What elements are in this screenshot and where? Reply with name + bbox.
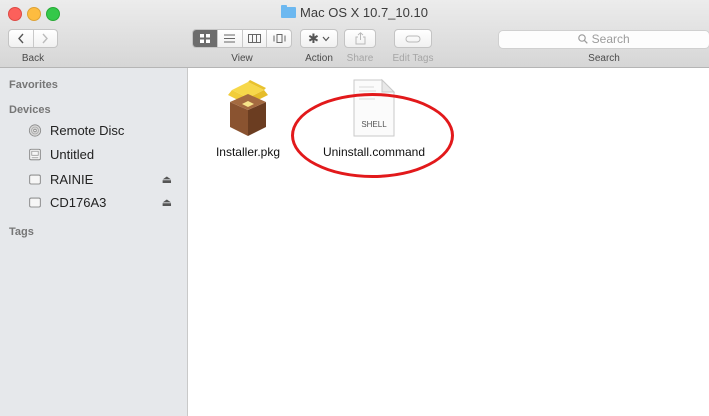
- view-label: View: [231, 53, 253, 64]
- back-button[interactable]: [9, 30, 33, 47]
- action-button[interactable]: ✱: [300, 29, 338, 48]
- sidebar-item-remote-disc[interactable]: Remote Disc: [28, 120, 180, 140]
- toolbar: Mac OS X 10.7_10.10 Back View ✱ Action S…: [0, 0, 709, 68]
- file-item-installer[interactable]: Installer.pkg: [188, 78, 308, 159]
- chevron-right-icon: [42, 33, 49, 44]
- sidebar-item-label: Remote Disc: [50, 122, 125, 138]
- sidebar-item-untitled[interactable]: Untitled: [29, 144, 180, 164]
- search-label: Search: [588, 53, 620, 64]
- edit-tags-label: Edit Tags: [392, 53, 434, 64]
- search-icon: [578, 32, 589, 49]
- view-control: [192, 29, 292, 48]
- window-title-text: Mac OS X 10.7_10.10: [300, 5, 428, 20]
- search-placeholder: Search: [591, 32, 630, 46]
- file-name: Installer.pkg: [215, 145, 281, 159]
- icon-view-button[interactable]: [193, 30, 217, 47]
- sidebar-item-cd176a3[interactable]: CD176A3 ⏏: [29, 192, 180, 212]
- gear-icon: ✱: [308, 30, 319, 46]
- chevron-down-icon: [322, 36, 330, 41]
- sidebar-heading-favorites[interactable]: Favorites: [9, 79, 58, 91]
- finder-window: Mac OS X 10.7_10.10 Back View ✱ Action S…: [0, 0, 709, 416]
- share-button[interactable]: [344, 29, 376, 48]
- sidebar-heading-devices[interactable]: Devices: [9, 104, 51, 116]
- folder-icon: [281, 5, 297, 18]
- window-title: Mac OS X 10.7_10.10: [0, 5, 709, 20]
- grid-icon: [199, 34, 210, 43]
- eject-icon[interactable]: ⏏: [162, 196, 172, 209]
- action-label: Action: [305, 53, 333, 64]
- sidebar-item-label: RAINIE: [50, 171, 94, 187]
- drive-icon: [29, 197, 41, 207]
- list-icon: [224, 34, 236, 43]
- package-icon: [228, 80, 268, 136]
- drive-icon: [29, 148, 41, 160]
- chevron-left-icon: [17, 33, 24, 44]
- sidebar-item-rainie[interactable]: RAINIE ⏏: [29, 169, 180, 189]
- columns-icon: [247, 34, 261, 43]
- back-forward-control: [8, 29, 58, 48]
- sidebar: Favorites Devices Remote Disc Untitled R…: [0, 68, 188, 416]
- share-icon: [355, 32, 365, 45]
- back-label: Back: [21, 53, 45, 64]
- sidebar-heading-tags[interactable]: Tags: [9, 226, 34, 238]
- edit-tags-button[interactable]: [394, 29, 432, 48]
- column-view-button[interactable]: [241, 30, 267, 47]
- search-field[interactable]: Search: [498, 30, 709, 49]
- highlight-circle: [291, 93, 454, 178]
- sidebar-item-label: CD176A3: [50, 194, 107, 210]
- disc-icon: [28, 123, 42, 137]
- coverflow-icon: [273, 34, 286, 43]
- tag-icon: [405, 35, 421, 42]
- coverflow-view-button[interactable]: [266, 30, 291, 47]
- drive-icon: [29, 174, 41, 184]
- forward-button[interactable]: [32, 30, 58, 47]
- sidebar-item-label: Untitled: [50, 146, 95, 162]
- eject-icon[interactable]: ⏏: [162, 173, 172, 186]
- share-label: Share: [346, 53, 374, 64]
- list-view-button[interactable]: [216, 30, 242, 47]
